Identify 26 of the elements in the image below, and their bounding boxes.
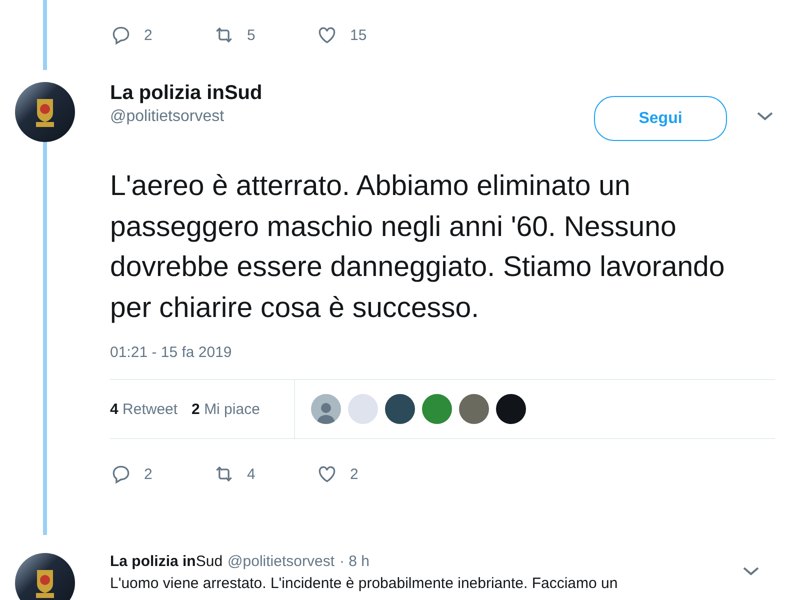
account-handle[interactable]: @politietsorvest [110, 108, 594, 126]
tweet-text: L'aereo è atterrato. Abbiamo eliminato un passeggero maschio negli anni '60. Nessuno dovrebbe essere danneggiato. Stiamo lavorando per chiarire cosa è successo. [110, 169, 726, 326]
tweet-time[interactable]: · 8 h [339, 553, 370, 570]
avatar[interactable] [496, 394, 526, 424]
reply-button[interactable]: 2 [110, 463, 213, 485]
police-badge-icon [34, 568, 56, 598]
person-silhouette-icon [316, 400, 336, 424]
default-avatar[interactable] [311, 394, 341, 424]
retweet-button[interactable]: 4 [213, 463, 316, 485]
follow-button[interactable]: Segui [594, 96, 727, 141]
tweet-text: L'uomo viene arrestato. L'incidente è probabilmente inebriante. Facciamo un [110, 575, 619, 592]
like-button[interactable]: 2 [316, 463, 419, 485]
retweet-button[interactable]: 5 [213, 24, 316, 46]
like-button[interactable]: 15 [316, 24, 419, 46]
account-name[interactable]: La polizia inSud [110, 553, 223, 570]
timestamp[interactable]: 01:21 - 15 fa 2019 [110, 344, 775, 361]
speech-bubble-icon [110, 24, 132, 46]
stat-link[interactable]: 4 Retweet [110, 400, 178, 418]
avatar[interactable] [385, 394, 415, 424]
account-name[interactable]: La polizia inSud [110, 82, 594, 105]
speech-bubble-icon [110, 463, 132, 485]
account-handle[interactable]: @politietsorvest [228, 553, 334, 570]
stat-link[interactable]: 2 Mi piace [192, 400, 260, 418]
reply-button[interactable]: 2 [110, 24, 213, 46]
avatar[interactable] [15, 553, 75, 600]
police-badge-icon [34, 97, 56, 127]
